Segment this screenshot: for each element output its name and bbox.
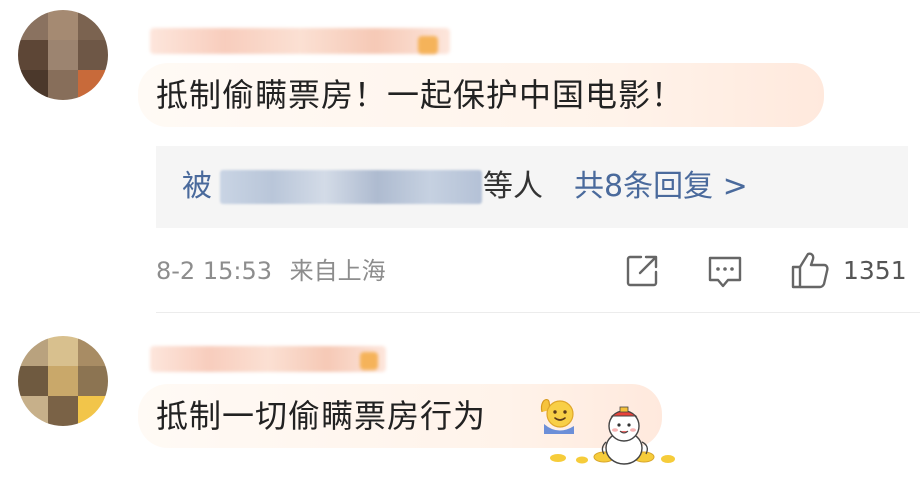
comment-text: 抵制偷瞒票房！一起保护中国电影！	[156, 76, 685, 114]
comment-text: 抵制一切偷瞒票房行为	[156, 397, 487, 435]
share-icon[interactable]	[624, 253, 660, 289]
avatar[interactable]	[18, 336, 108, 426]
reply-prefix: 被	[182, 169, 212, 204]
comment-icon[interactable]	[706, 254, 744, 290]
reply-suffix: 等人	[483, 169, 543, 204]
comment-list: 抵制偷瞒票房！一起保护中国电影！ 被 等人 共8条回复 > 8-2 15:53 …	[0, 0, 920, 479]
like-count: 1351	[843, 256, 907, 285]
comment-time: 8-2 15:53	[156, 257, 272, 285]
view-replies-link[interactable]: 共8条回复 >	[574, 146, 748, 228]
comment-meta: 8-2 15:53 来自上海	[156, 252, 386, 290]
fortune-doll-sticker-icon	[550, 406, 675, 465]
avatar[interactable]	[18, 10, 108, 100]
comment-location: 来自上海	[289, 257, 386, 285]
username[interactable]	[150, 28, 450, 54]
username[interactable]	[150, 346, 386, 372]
thumbs-up-icon[interactable]	[789, 250, 831, 290]
user-badge	[418, 36, 438, 54]
user-badge	[360, 352, 378, 370]
divider	[156, 312, 920, 313]
reply-usernames[interactable]	[220, 170, 482, 204]
